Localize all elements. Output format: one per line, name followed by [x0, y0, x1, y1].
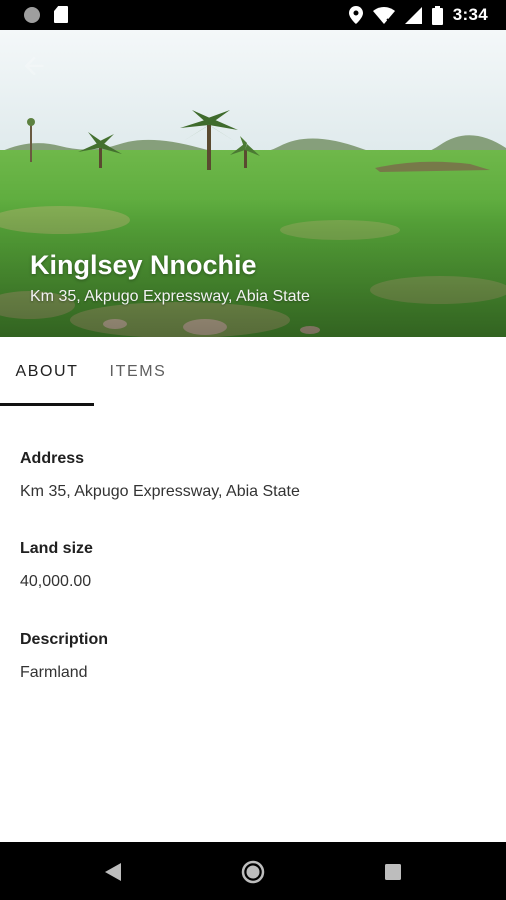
recents-square-icon[interactable] [380, 859, 406, 885]
home-circle-icon[interactable] [240, 859, 266, 885]
battery-icon [431, 5, 443, 25]
description-value: Farmland [20, 664, 88, 681]
wifi-icon [372, 6, 395, 24]
land-size-value: 40,000.00 [20, 573, 92, 590]
status-time: 3:34 [452, 5, 488, 24]
hero-header: Kinglsey Nnochie Km 35, Akpugo Expresswa… [0, 30, 506, 337]
tab-items[interactable]: ITEMS [94, 337, 182, 407]
description-label: Description [20, 631, 109, 648]
land-size-label: Land size [20, 540, 93, 557]
cell-signal-icon [404, 6, 422, 24]
navigation-bar [0, 842, 506, 900]
sd-card-icon [54, 6, 68, 23]
farm-owner-title: Kinglsey Nnochie [30, 250, 257, 280]
status-bar: 3:34 [0, 0, 506, 30]
tab-indicator [0, 403, 94, 406]
notification-dot-icon [24, 6, 40, 23]
address-value: Km 35, Akpugo Expressway, Abia State [20, 483, 300, 500]
tab-bar: ABOUT ITEMS [0, 337, 506, 407]
farm-location-subtitle: Km 35, Akpugo Expressway, Abia State [30, 288, 310, 305]
address-label: Address [20, 450, 85, 467]
back-triangle-icon[interactable] [100, 859, 126, 885]
arrow-back-icon[interactable] [20, 52, 48, 80]
location-icon [348, 6, 363, 24]
tab-about[interactable]: ABOUT [0, 337, 94, 407]
